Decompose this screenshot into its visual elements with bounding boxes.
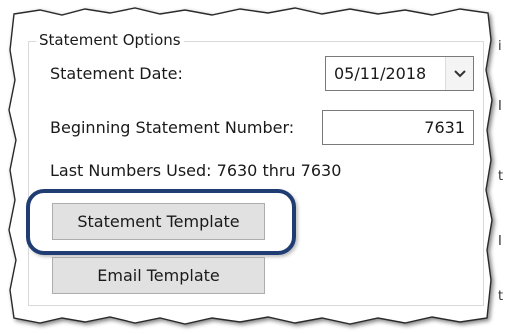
statement-date-picker[interactable]: 05/11/2018: [325, 56, 474, 91]
clipped-text-fragment: t: [498, 169, 504, 184]
statement-date-label: Statement Date:: [50, 64, 183, 83]
statement-options-title: Statement Options: [36, 30, 184, 50]
clipped-text-fragment: i: [498, 39, 502, 54]
chevron-down-icon: [453, 69, 466, 77]
screenshot-stage: Statement Options Statement Date: 05/11/…: [0, 0, 505, 334]
statement-date-value[interactable]: 05/11/2018: [334, 63, 426, 85]
statement-template-button[interactable]: Statement Template: [52, 203, 265, 240]
beginning-statement-number-label: Beginning Statement Number:: [50, 118, 295, 137]
statement-date-dropdown-button[interactable]: [445, 57, 473, 90]
beginning-statement-number-value[interactable]: 7631: [424, 117, 465, 139]
last-numbers-used-text: Last Numbers Used: 7630 thru 7630: [50, 161, 342, 180]
clipped-text-fragment: I: [498, 99, 502, 114]
clipped-text-fragment: t: [498, 289, 504, 304]
beginning-statement-number-input[interactable]: 7631: [322, 110, 474, 145]
email-template-button[interactable]: Email Template: [52, 257, 265, 294]
clipped-text-fragment: I: [498, 234, 502, 249]
